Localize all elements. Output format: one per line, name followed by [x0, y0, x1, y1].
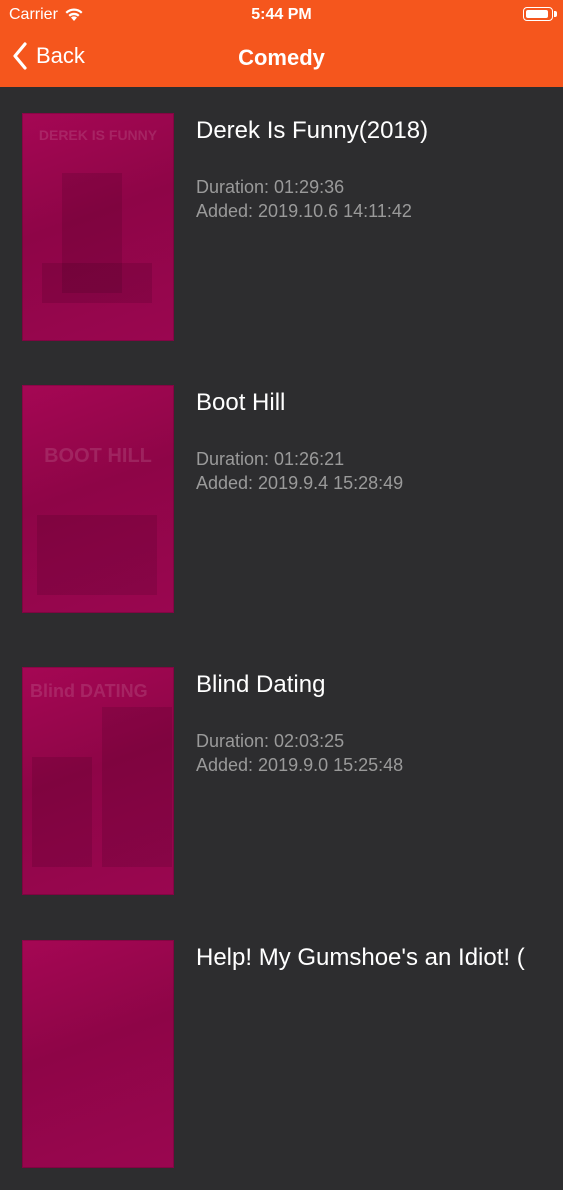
movie-added-date: Added: 2019.9.4 15:28:49 [196, 473, 404, 493]
movie-info: Derek Is Funny(2018) Duration: 01:29:36 … [196, 117, 563, 223]
movie-title: Help! My Gumshoe's an Idiot! ( [196, 944, 525, 971]
movie-title: Blind Dating [196, 671, 326, 698]
movie-meta: Duration: 01:29:36 Added: 2019.10.6 14:1… [196, 175, 563, 223]
movie-list-item[interactable]: BOOT HILL Boot Hill Duration: 01:26:21 A… [0, 359, 563, 635]
poster-text: Blind DATING [30, 681, 148, 701]
movie-poster [22, 940, 174, 1168]
movie-list-item[interactable]: Help! My Gumshoe's an Idiot! ( [0, 914, 563, 1190]
movie-poster: Blind DATING [22, 667, 174, 895]
movie-info: Help! My Gumshoe's an Idiot! ( [196, 944, 563, 972]
poster-text: BOOT HILL [44, 445, 152, 467]
poster-text: DEREK IS FUNNY [38, 127, 158, 143]
status-time: 5:44 PM [251, 6, 312, 23]
battery-icon [523, 7, 557, 21]
movie-list-item[interactable]: DEREK IS FUNNY Derek Is Funny(2018) Dura… [0, 87, 563, 363]
movie-info: Blind Dating Duration: 02:03:25 Added: 2… [196, 671, 563, 777]
movie-poster: DEREK IS FUNNY [22, 113, 174, 341]
movie-duration: Duration: 01:29:36 [196, 177, 345, 197]
movie-poster: BOOT HILL [22, 385, 174, 613]
movie-list: DEREK IS FUNNY Derek Is Funny(2018) Dura… [0, 87, 563, 1168]
movie-list-item[interactable]: Blind DATING Blind Dating Duration: 02:0… [0, 641, 563, 917]
movie-title: Derek Is Funny(2018) [196, 117, 429, 144]
navigation-bar: Back Comedy [0, 30, 563, 87]
movie-title: Boot Hill [196, 389, 286, 416]
movie-meta: Duration: 01:26:21 Added: 2019.9.4 15:28… [196, 447, 563, 495]
page-title: Comedy [238, 45, 325, 70]
movie-info: Boot Hill Duration: 01:26:21 Added: 2019… [196, 389, 563, 495]
status-bar: Carrier 5:44 PM [0, 0, 563, 30]
header: Carrier 5:44 PM Back Comedy [0, 0, 563, 87]
movie-added-date: Added: 2019.10.6 14:11:42 [196, 201, 412, 221]
movie-meta: Duration: 02:03:25 Added: 2019.9.0 15:25… [196, 729, 563, 777]
movie-duration: Duration: 01:26:21 [196, 449, 345, 469]
movie-duration: Duration: 02:03:25 [196, 731, 345, 751]
movie-added-date: Added: 2019.9.0 15:25:48 [196, 755, 404, 775]
